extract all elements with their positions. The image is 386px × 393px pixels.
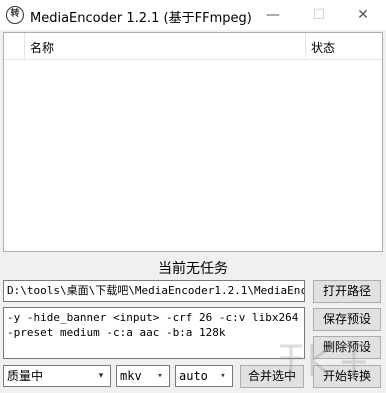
merge-selected-button[interactable]: 合并选中 [240, 365, 304, 388]
quality-select-value: 质量中 [7, 369, 44, 383]
start-convert-button[interactable]: 开始转换 [313, 365, 381, 388]
quality-select[interactable]: 质量中 ▾ [3, 365, 111, 387]
window-title: MediaEncoder 1.2.1 (基于FFmpeg) [30, 11, 252, 26]
title-bar[interactable]: 转 MediaEncoder 1.2.1 (基于FFmpeg) — ☐ ✕ [0, 0, 386, 30]
column-separator[interactable] [24, 33, 25, 60]
chevron-down-icon: ▾ [98, 371, 104, 381]
ffmpeg-args-field[interactable]: -y -hide_banner <input> -crf 26 -c:v lib… [3, 307, 305, 359]
output-path-field[interactable]: D:\tools\桌面\下载吧\MediaEncoder1.2.1\MediaE… [3, 280, 305, 302]
column-separator[interactable] [305, 33, 306, 60]
close-button[interactable]: ✕ [340, 0, 386, 30]
minimize-button[interactable]: — [250, 0, 296, 30]
delete-preset-button[interactable]: 删除预设 [313, 336, 381, 359]
format-select-value: mkv [120, 369, 142, 383]
auto-select[interactable]: auto ▾ [175, 365, 233, 387]
column-header-status[interactable]: 状态 [311, 39, 335, 56]
media-encoder-window: 转 MediaEncoder 1.2.1 (基于FFmpeg) — ☐ ✕ 名称… [0, 0, 386, 393]
auto-select-value: auto [179, 369, 208, 383]
format-select[interactable]: mkv ▾ [116, 365, 170, 387]
task-list[interactable]: 名称 状态 [3, 32, 383, 252]
task-list-header: 名称 状态 [4, 33, 382, 60]
app-icon: 转 [6, 6, 24, 24]
status-text: 当前无任务 [158, 261, 228, 277]
maximize-button[interactable]: ☐ [296, 0, 342, 30]
chevron-down-icon: ▾ [220, 371, 226, 381]
open-path-button[interactable]: 打开路径 [313, 280, 381, 303]
save-preset-button[interactable]: 保存预设 [313, 308, 381, 331]
column-header-name[interactable]: 名称 [30, 39, 54, 56]
chevron-down-icon: ▾ [157, 371, 163, 381]
